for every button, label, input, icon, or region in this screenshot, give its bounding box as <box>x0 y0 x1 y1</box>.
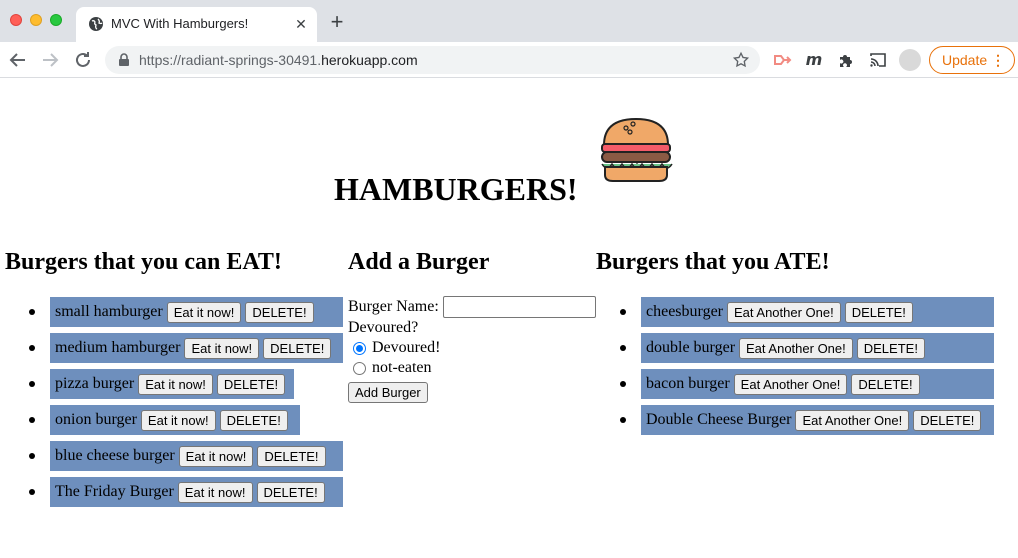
delete-button[interactable]: DELETE! <box>257 445 326 467</box>
list-item: The Friday Burger Eat it now! DELETE! <box>29 477 343 507</box>
tab-title: MVC With Hamburgers! <box>111 16 249 31</box>
reload-icon[interactable] <box>71 48 95 72</box>
burger-name: pizza burger <box>55 375 135 392</box>
delete-button[interactable]: DELETE! <box>216 373 286 395</box>
add-burger-form: Burger Name: Devoured? Devoured! not-eat… <box>348 296 598 403</box>
eaten-heading: Burgers that you ATE! <box>596 249 830 275</box>
new-tab-button[interactable]: + <box>326 11 348 34</box>
burger-name-input[interactable] <box>442 296 596 318</box>
delete-button[interactable]: DELETE! <box>219 409 288 431</box>
url-host: herokuapp.com <box>321 52 418 68</box>
devoured-label: Devoured? <box>348 319 419 336</box>
burger-name: double burger <box>646 339 736 356</box>
extension-arrow-icon[interactable] <box>772 50 792 70</box>
list-item: medium hamburger Eat it now! DELETE! <box>29 333 343 363</box>
eat-another-button[interactable]: Eat Another One! <box>727 301 841 323</box>
eaten-burger-list: cheesburger Eat Another One! DELETE! dou… <box>620 297 994 441</box>
burger-name: onion burger <box>55 411 137 428</box>
devoured-radio[interactable] <box>353 341 366 355</box>
eat-button[interactable]: Eat it now! <box>178 445 254 467</box>
update-label: Update <box>942 52 988 68</box>
not-eaten-option-label: not-eaten <box>372 359 432 376</box>
list-item: Double Cheese Burger Eat Another One! DE… <box>620 405 994 435</box>
close-window-button[interactable] <box>10 14 22 26</box>
delete-button[interactable]: DELETE! <box>913 409 982 431</box>
browser-tab-bar: MVC With Hamburgers! ✕ + <box>0 0 1018 42</box>
delete-button[interactable]: DELETE! <box>856 337 925 359</box>
burger-name-label: Burger Name: <box>348 298 439 315</box>
uneaten-heading: Burgers that you can EAT! <box>5 249 282 275</box>
url-prefix: https://radiant-springs-30491. <box>139 52 322 68</box>
more-menu-icon[interactable]: ⋮ <box>991 47 1005 73</box>
eat-button[interactable]: Eat it now! <box>140 409 216 431</box>
lock-icon[interactable] <box>117 53 131 67</box>
name-row: Burger Name: <box>348 296 598 318</box>
page-content: HAMBURGERS! Burgers that you can EAT! Ad… <box>0 79 1018 558</box>
browser-tab[interactable]: MVC With Hamburgers! ✕ <box>76 7 317 42</box>
extensions-puzzle-icon[interactable] <box>836 50 856 70</box>
list-item: bacon burger Eat Another One! DELETE! <box>620 369 994 399</box>
bookmark-star-icon[interactable] <box>732 51 750 69</box>
list-item: cheesburger Eat Another One! DELETE! <box>620 297 994 327</box>
list-item: pizza burger Eat it now! DELETE! <box>29 369 294 399</box>
back-arrow-icon[interactable] <box>6 48 30 72</box>
update-button[interactable]: Update ⋮ <box>929 46 1015 74</box>
forward-arrow-icon[interactable] <box>38 48 62 72</box>
delete-button[interactable]: DELETE! <box>844 301 913 323</box>
delete-button[interactable]: DELETE! <box>263 337 332 359</box>
add-burger-button[interactable]: Add Burger <box>348 382 428 403</box>
list-item: blue cheese burger Eat it now! DELETE! <box>29 441 343 471</box>
profile-avatar-icon[interactable] <box>899 49 921 71</box>
browser-toolbar: https://radiant-springs-30491.herokuapp.… <box>0 42 1018 78</box>
list-item: onion burger Eat it now! DELETE! <box>29 405 300 435</box>
devoured-option[interactable]: Devoured! <box>348 338 598 358</box>
page-title: HAMBURGERS! <box>334 171 578 207</box>
burger-name: The Friday Burger <box>55 483 174 500</box>
burger-name: small hamburger <box>55 303 163 320</box>
burger-name: cheesburger <box>646 303 723 320</box>
cast-icon[interactable] <box>868 50 888 70</box>
maximize-window-button[interactable] <box>50 14 62 26</box>
list-item: small hamburger Eat it now! DELETE! <box>29 297 343 327</box>
globe-icon <box>89 17 103 31</box>
delete-button[interactable]: DELETE! <box>245 301 314 323</box>
uneaten-burger-list: small hamburger Eat it now! DELETE! medi… <box>29 297 343 513</box>
eat-another-button[interactable]: Eat Another One! <box>795 409 910 431</box>
close-tab-icon[interactable]: ✕ <box>292 15 310 33</box>
eat-button[interactable]: Eat it now! <box>138 373 213 395</box>
minimize-window-button[interactable] <box>30 14 42 26</box>
url-text[interactable]: https://radiant-springs-30491.herokuapp.… <box>139 52 418 68</box>
burger-name: medium hamburger <box>55 339 181 356</box>
not-eaten-option[interactable]: not-eaten <box>348 358 598 378</box>
eat-button[interactable]: Eat it now! <box>177 481 253 503</box>
extension-m-icon[interactable]: m <box>804 50 824 70</box>
eat-another-button[interactable]: Eat Another One! <box>733 373 848 395</box>
list-item: double burger Eat Another One! DELETE! <box>620 333 994 363</box>
delete-button[interactable]: DELETE! <box>851 373 920 395</box>
add-burger-heading: Add a Burger <box>348 249 490 275</box>
address-bar[interactable]: https://radiant-springs-30491.herokuapp.… <box>105 46 760 74</box>
delete-button[interactable]: DELETE! <box>256 481 325 503</box>
burger-name: bacon burger <box>646 375 730 392</box>
devoured-option-label: Devoured! <box>372 339 441 356</box>
hamburger-icon <box>601 117 673 182</box>
not-eaten-radio[interactable] <box>353 361 366 375</box>
burger-name: blue cheese burger <box>55 447 175 464</box>
burger-name: Double Cheese Burger <box>646 411 792 428</box>
eat-another-button[interactable]: Eat Another One! <box>739 337 853 359</box>
eat-button[interactable]: Eat it now! <box>184 337 260 359</box>
eat-button[interactable]: Eat it now! <box>166 301 242 323</box>
